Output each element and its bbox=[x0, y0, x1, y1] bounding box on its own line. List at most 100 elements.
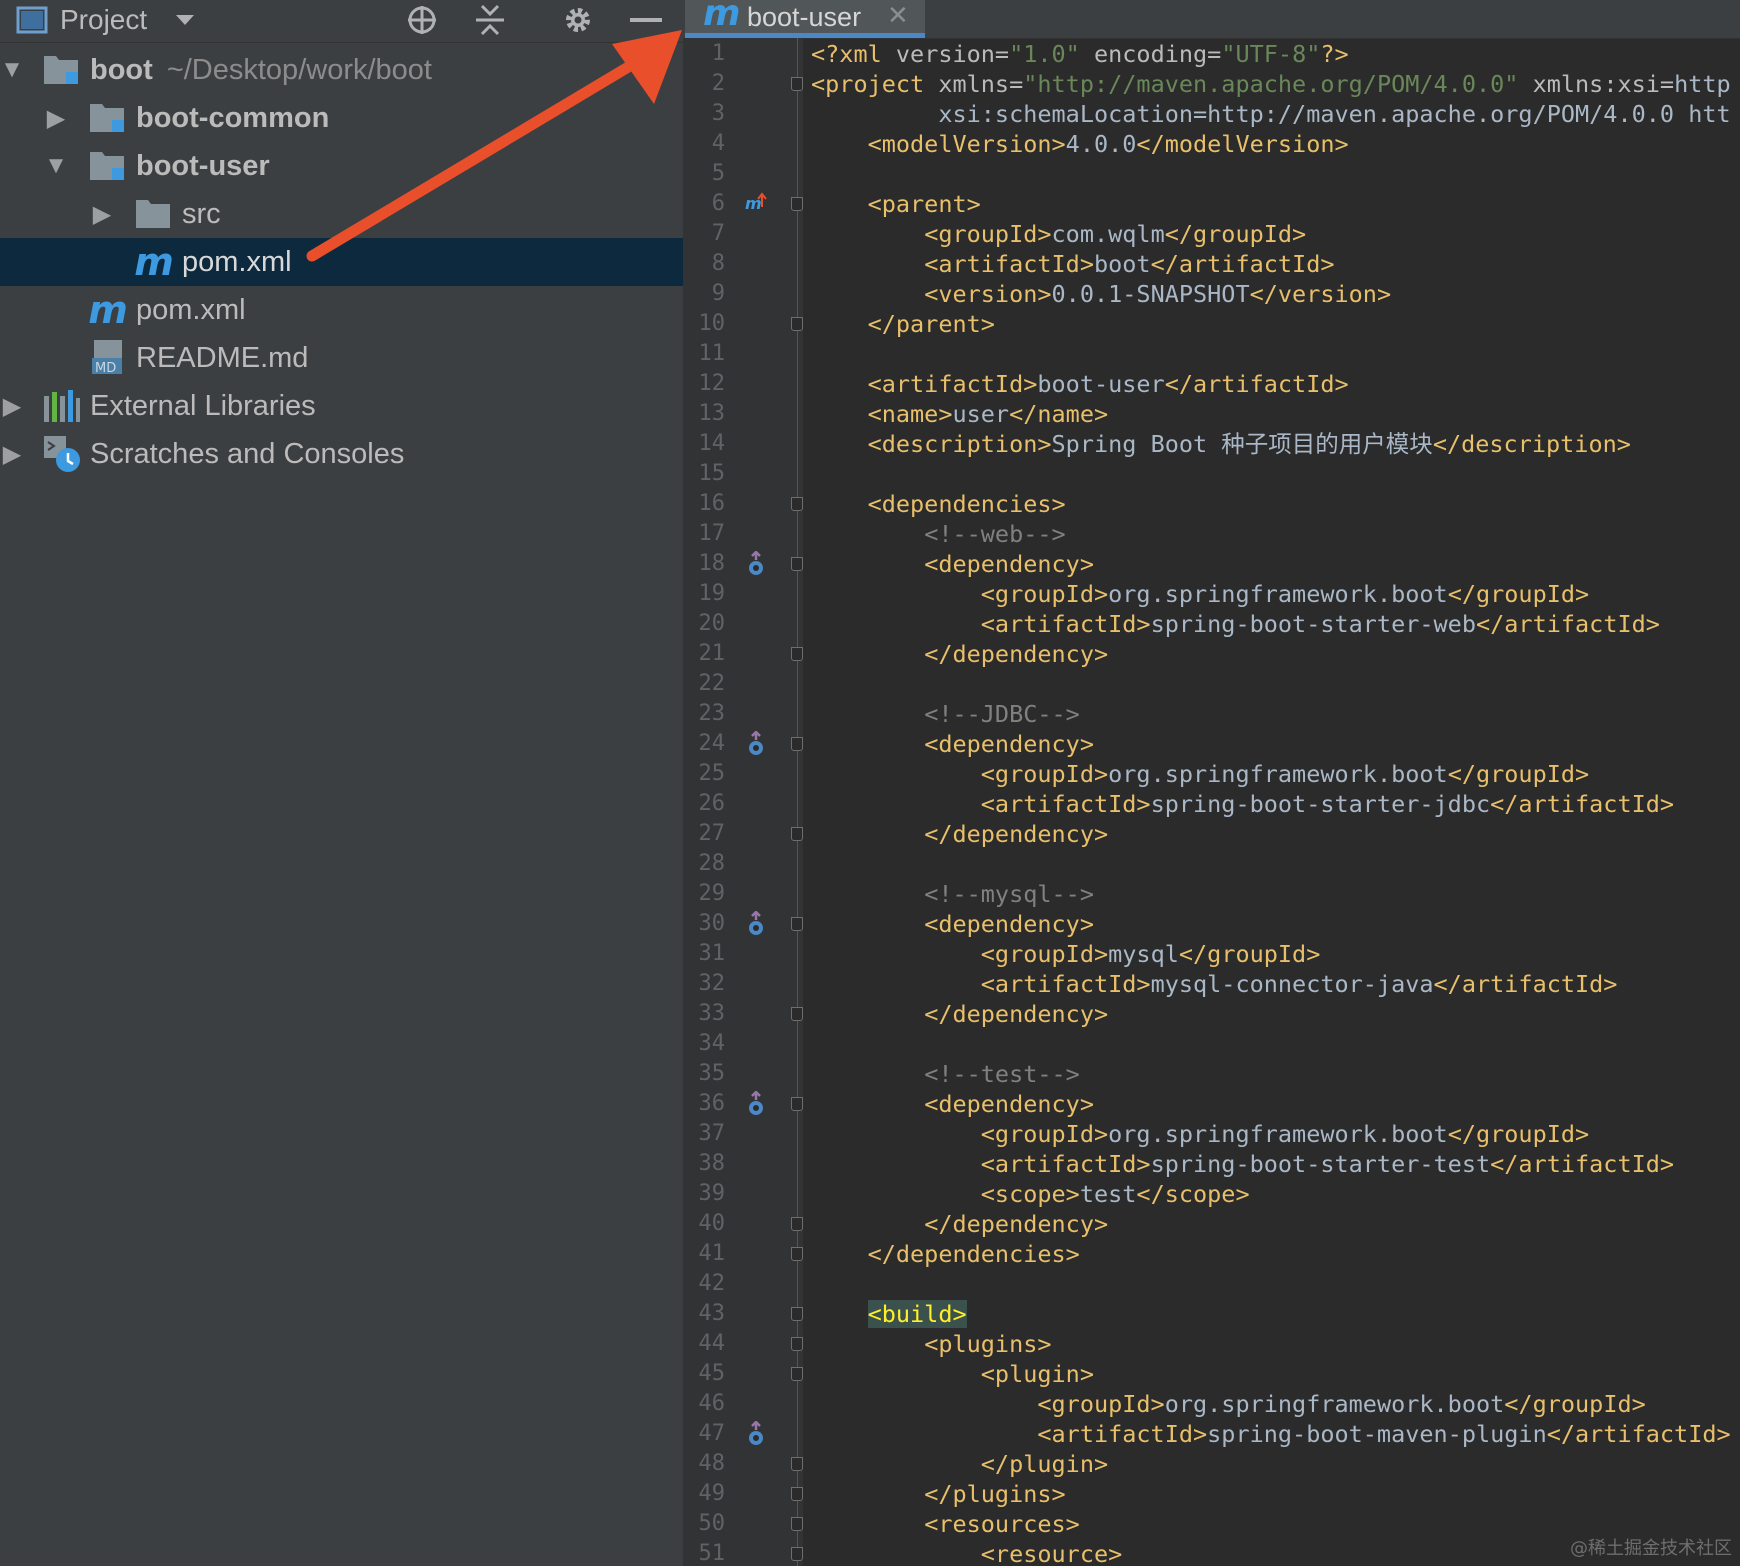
tree-item-src[interactable]: ▶ src bbox=[0, 190, 683, 238]
tree-item-boot-user[interactable]: ▼ boot-user bbox=[0, 142, 683, 190]
fold-marker-icon[interactable] bbox=[791, 737, 803, 751]
code-line[interactable]: 5 bbox=[683, 159, 1740, 189]
line-number: 46 bbox=[698, 1391, 726, 1416]
code-line[interactable]: 8 <artifactId>boot</artifactId> bbox=[683, 249, 1740, 279]
code-line[interactable]: 41 </dependencies> bbox=[683, 1239, 1740, 1269]
code-line[interactable]: 24 <dependency> bbox=[683, 729, 1740, 759]
expanded-arrow-icon[interactable]: ▼ bbox=[0, 56, 24, 83]
fold-marker-icon[interactable] bbox=[791, 1247, 803, 1261]
code-line[interactable]: 4 <modelVersion>4.0.0</modelVersion> bbox=[683, 129, 1740, 159]
dependency-icon[interactable] bbox=[745, 1421, 767, 1447]
dependency-icon[interactable] bbox=[745, 551, 767, 577]
code-line[interactable]: 46 <groupId>org.springframework.boot</gr… bbox=[683, 1389, 1740, 1419]
code-line[interactable]: 33 </dependency> bbox=[683, 999, 1740, 1029]
fold-marker-icon[interactable] bbox=[791, 1097, 803, 1111]
code-line[interactable]: 16 <dependencies> bbox=[683, 489, 1740, 519]
code-line[interactable]: 22 bbox=[683, 669, 1740, 699]
fold-marker-icon[interactable] bbox=[791, 1457, 803, 1471]
fold-marker-icon[interactable] bbox=[791, 917, 803, 931]
fold-marker-icon[interactable] bbox=[791, 317, 803, 331]
code-line[interactable]: 29 <!--mysql--> bbox=[683, 879, 1740, 909]
code-line[interactable]: 30 <dependency> bbox=[683, 909, 1740, 939]
code-line[interactable]: 44 <plugins> bbox=[683, 1329, 1740, 1359]
code-line[interactable]: 48 </plugin> bbox=[683, 1449, 1740, 1479]
code-line[interactable]: 3 xsi:schemaLocation=http://maven.apache… bbox=[683, 99, 1740, 129]
code-line[interactable]: 47 <artifactId>spring-boot-maven-plugin<… bbox=[683, 1419, 1740, 1449]
code-line[interactable]: 1 <?xml version="1.0" encoding="UTF-8"?> bbox=[683, 39, 1740, 69]
fold-marker-icon[interactable] bbox=[791, 1217, 803, 1231]
fold-marker-icon[interactable] bbox=[791, 1517, 803, 1531]
code-line[interactable]: 38 <artifactId>spring-boot-starter-test<… bbox=[683, 1149, 1740, 1179]
code-line[interactable]: 49 </plugins> bbox=[683, 1479, 1740, 1509]
code-line[interactable]: 43 <build> bbox=[683, 1299, 1740, 1329]
dependency-icon[interactable] bbox=[745, 731, 767, 757]
code-line[interactable]: 23 <!--JDBC--> bbox=[683, 699, 1740, 729]
gear-icon[interactable] bbox=[558, 0, 598, 40]
tree-item-root-pom[interactable]: m pom.xml bbox=[0, 286, 683, 334]
code-line[interactable]: 11 bbox=[683, 339, 1740, 369]
code-line[interactable]: 34 bbox=[683, 1029, 1740, 1059]
code-line[interactable]: 6m <parent> bbox=[683, 189, 1740, 219]
code-line[interactable]: 39 <scope>test</scope> bbox=[683, 1179, 1740, 1209]
locate-icon[interactable] bbox=[402, 0, 442, 40]
code-line[interactable]: 37 <groupId>org.springframework.boot</gr… bbox=[683, 1119, 1740, 1149]
fold-marker-icon[interactable] bbox=[791, 497, 803, 511]
editor-tab-boot-user[interactable]: m boot-user ✕ bbox=[685, 0, 925, 38]
fold-marker-icon[interactable] bbox=[791, 1547, 803, 1561]
code-line[interactable]: 10 </parent> bbox=[683, 309, 1740, 339]
tree-item-scratches[interactable]: ▶ Scratches and Consoles bbox=[0, 430, 683, 478]
code-line[interactable]: 28 bbox=[683, 849, 1740, 879]
code-line[interactable]: 15 bbox=[683, 459, 1740, 489]
code-line[interactable]: 25 <groupId>org.springframework.boot</gr… bbox=[683, 759, 1740, 789]
fold-marker-icon[interactable] bbox=[791, 1307, 803, 1321]
code-line[interactable]: 45 <plugin> bbox=[683, 1359, 1740, 1389]
collapsed-arrow-icon[interactable]: ▶ bbox=[44, 105, 68, 132]
tree-item-external-libraries[interactable]: ▶ External Libraries bbox=[0, 382, 683, 430]
code-line[interactable]: 19 <groupId>org.springframework.boot</gr… bbox=[683, 579, 1740, 609]
maven-parent-icon[interactable]: m bbox=[745, 191, 767, 217]
code-line[interactable]: 40 </dependency> bbox=[683, 1209, 1740, 1239]
code-line[interactable]: 31 <groupId>mysql</groupId> bbox=[683, 939, 1740, 969]
fold-marker-icon[interactable] bbox=[791, 197, 803, 211]
code-line[interactable]: 9 <version>0.0.1-SNAPSHOT</version> bbox=[683, 279, 1740, 309]
fold-marker-icon[interactable] bbox=[791, 1487, 803, 1501]
tree-item-readme[interactable]: MD README.md bbox=[0, 334, 683, 382]
fold-marker-icon[interactable] bbox=[791, 1007, 803, 1021]
hide-icon[interactable] bbox=[626, 0, 666, 40]
code-line[interactable]: 7 <groupId>com.wqlm</groupId> bbox=[683, 219, 1740, 249]
code-text: <scope>test</scope> bbox=[980, 1180, 1250, 1208]
code-line[interactable]: 20 <artifactId>spring-boot-starter-web</… bbox=[683, 609, 1740, 639]
code-line[interactable]: 32 <artifactId>mysql-connector-java</art… bbox=[683, 969, 1740, 999]
code-line[interactable]: 21 </dependency> bbox=[683, 639, 1740, 669]
fold-marker-icon[interactable] bbox=[791, 77, 803, 91]
code-line[interactable]: 2 <project xmlns="http://maven.apache.org… bbox=[683, 69, 1740, 99]
chevron-down-icon[interactable] bbox=[168, 0, 202, 40]
fold-marker-icon[interactable] bbox=[791, 1367, 803, 1381]
dependency-icon[interactable] bbox=[745, 911, 767, 937]
code-line[interactable]: 26 <artifactId>spring-boot-starter-jdbc<… bbox=[683, 789, 1740, 819]
code-line[interactable]: 36 <dependency> bbox=[683, 1089, 1740, 1119]
tree-item-boot[interactable]: ▼ boot ~/Desktop/work/boot bbox=[0, 46, 683, 94]
fold-marker-icon[interactable] bbox=[791, 1337, 803, 1351]
collapse-all-icon[interactable] bbox=[470, 0, 510, 40]
tree-item-module-pom[interactable]: m pom.xml bbox=[0, 238, 683, 286]
collapsed-arrow-icon[interactable]: ▶ bbox=[90, 201, 114, 228]
tree-item-boot-common[interactable]: ▶ boot-common bbox=[0, 94, 683, 142]
code-line[interactable]: 12 <artifactId>boot-user</artifactId> bbox=[683, 369, 1740, 399]
code-line[interactable]: 42 bbox=[683, 1269, 1740, 1299]
fold-marker-icon[interactable] bbox=[791, 557, 803, 571]
expanded-arrow-icon[interactable]: ▼ bbox=[44, 152, 68, 179]
code-line[interactable]: 35 <!--test--> bbox=[683, 1059, 1740, 1089]
code-line[interactable]: 27 </dependency> bbox=[683, 819, 1740, 849]
collapsed-arrow-icon[interactable]: ▶ bbox=[0, 441, 24, 468]
dependency-icon[interactable] bbox=[745, 1091, 767, 1117]
fold-marker-icon[interactable] bbox=[791, 827, 803, 841]
code-line[interactable]: 17 <!--web--> bbox=[683, 519, 1740, 549]
code-line[interactable]: 13 <name>user</name> bbox=[683, 399, 1740, 429]
close-icon[interactable]: ✕ bbox=[887, 0, 909, 30]
fold-marker-icon[interactable] bbox=[791, 647, 803, 661]
code-line[interactable]: 18 <dependency> bbox=[683, 549, 1740, 579]
code-line[interactable]: 14 <description>Spring Boot 种子项目的用户模块</d… bbox=[683, 429, 1740, 459]
collapsed-arrow-icon[interactable]: ▶ bbox=[0, 393, 24, 420]
project-view-title[interactable]: Project bbox=[60, 2, 147, 38]
